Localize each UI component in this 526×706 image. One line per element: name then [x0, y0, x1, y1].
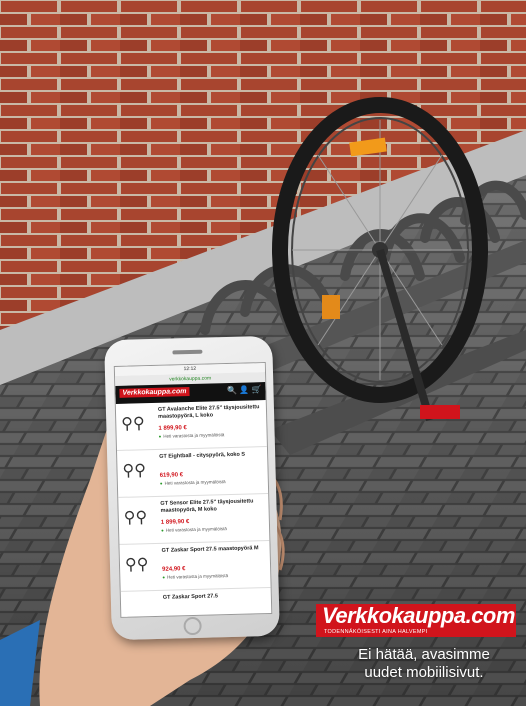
bike-icon: ⚲⚲: [122, 462, 147, 480]
bike-icon: ⚲⚲: [123, 509, 148, 527]
product-title: GT Sensor Elite 27.5" täysjousitettu maa…: [160, 498, 254, 514]
advertisement-scene: 12:12 verkkokauppa.com Verkkokauppa.com …: [0, 0, 526, 706]
list-item[interactable]: ⚲⚲ GT Eightball - cityspyörä, koko S 619…: [117, 447, 269, 498]
product-title: GT Zaskar Sport 27.5 maastopyörä M: [161, 545, 259, 554]
smartphone: 12:12 verkkokauppa.com Verkkokauppa.com …: [104, 335, 280, 641]
home-button[interactable]: [183, 616, 202, 636]
slogan-line: uudet mobiilisivut.: [364, 664, 484, 681]
bike-icon: ⚲⚲: [124, 556, 149, 574]
slogan-line: Ei hätää, avasimme: [358, 646, 490, 663]
list-item[interactable]: GT Zaskar Sport 27.5: [120, 587, 272, 618]
product-list: ⚲⚲ GT Avalanche Elite 27.5" täysjousitet…: [115, 400, 272, 618]
product-availability: Heti varastosta ja myymälöistä: [160, 479, 226, 486]
product-availability: Heti varastosta ja myymälöistä: [161, 526, 227, 533]
logo-tagline: TODENNÄKÖISESTI AINA HALVEMPI: [316, 628, 516, 637]
product-availability: Heti varastosta ja myymälöistä: [162, 573, 228, 580]
phone-speaker: [172, 349, 203, 355]
product-title: GT Zaskar Sport 27.5: [162, 593, 218, 601]
product-price: 1 899,90 €: [160, 519, 190, 526]
list-item[interactable]: ⚲⚲ GT Sensor Elite 27.5" täysjousitettu …: [118, 494, 270, 545]
list-item[interactable]: ⚲⚲ GT Zaskar Sport 27.5 maastopyörä M 92…: [119, 540, 271, 592]
logo-text: Verkkokauppa.com: [316, 604, 516, 628]
product-title: GT Avalanche Elite 27.5" täysjousitettu …: [157, 404, 260, 420]
list-item[interactable]: ⚲⚲ GT Avalanche Elite 27.5" täysjousitet…: [115, 400, 267, 451]
product-price: 619,90 €: [159, 472, 184, 479]
header-icons[interactable]: 🔍 👤 🛒: [227, 385, 262, 395]
slogan: Ei hätää, avasimme uudet mobiilisivut.: [334, 646, 514, 682]
app-logo[interactable]: Verkkokauppa.com: [119, 387, 190, 398]
product-price: 1 899,90 €: [158, 425, 187, 432]
product-availability: Heti varastosta ja myymälöistä: [159, 432, 224, 439]
brand-logo: Verkkokauppa.com TODENNÄKÖISESTI AINA HA…: [316, 604, 516, 640]
product-price: 924,90 €: [162, 566, 186, 573]
product-title: GT Eightball - cityspyörä, koko S: [159, 451, 246, 460]
bike-icon: ⚲⚲: [121, 415, 145, 433]
phone-screen: 12:12 verkkokauppa.com Verkkokauppa.com …: [113, 362, 273, 618]
